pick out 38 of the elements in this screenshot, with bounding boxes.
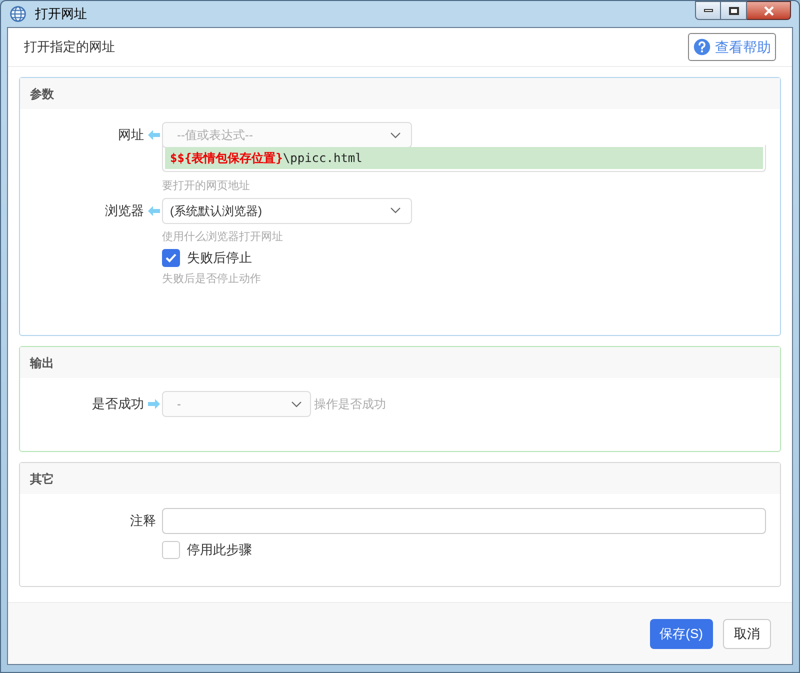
dropdown[interactable]: - xyxy=(162,391,311,417)
expression-field[interactable]: $${表情包保存位置}\ppicc.html xyxy=(165,147,763,169)
dialog-subtitle: 打开指定的网址 xyxy=(24,38,115,56)
cancel-button[interactable]: 取消 xyxy=(723,618,771,648)
close-icon xyxy=(764,6,774,16)
chevron-down-icon xyxy=(390,132,401,138)
arrow-right-icon xyxy=(148,399,160,409)
window-title: 打开网址 xyxy=(35,5,87,24)
field-hint: 使用什么浏览器打开网址 xyxy=(162,230,284,244)
checkbox[interactable] xyxy=(162,540,180,559)
checkbox[interactable] xyxy=(162,248,180,267)
minimize-button[interactable] xyxy=(695,1,721,20)
field-note: 操作是否成功 xyxy=(314,396,386,413)
arrow-left-icon xyxy=(148,130,160,140)
close-button[interactable] xyxy=(747,1,791,20)
field-label: 网址 xyxy=(118,126,144,144)
checkbox-label: 失败后停止 xyxy=(187,249,252,267)
checkmark-icon xyxy=(165,252,177,263)
dropdown[interactable]: --值或表达式-- xyxy=(162,122,412,148)
field-label: 注释 xyxy=(130,512,156,530)
field-label: 浏览器 xyxy=(105,202,144,220)
field-hint: 要打开的网页地址 xyxy=(162,179,251,194)
maximize-button[interactable] xyxy=(721,1,747,20)
section-title: 输出 xyxy=(30,354,54,372)
help-button[interactable]: 查看帮助 xyxy=(688,33,776,61)
section-title: 其它 xyxy=(30,470,54,488)
globe-icon xyxy=(9,5,27,23)
field-hint: 失败后是否停止动作 xyxy=(162,272,261,286)
section-title: 参数 xyxy=(30,86,54,102)
dropdown[interactable]: (系统默认浏览器) xyxy=(162,198,412,224)
help-icon xyxy=(693,38,711,56)
text-input[interactable] xyxy=(162,508,766,534)
chevron-down-icon xyxy=(291,400,302,408)
chevron-down-icon xyxy=(390,207,401,214)
arrow-left-icon xyxy=(148,206,160,216)
field-label: 是否成功 xyxy=(92,395,144,414)
checkbox-label: 停用此步骤 xyxy=(187,541,252,559)
save-button[interactable]: 保存(S) xyxy=(650,618,713,648)
